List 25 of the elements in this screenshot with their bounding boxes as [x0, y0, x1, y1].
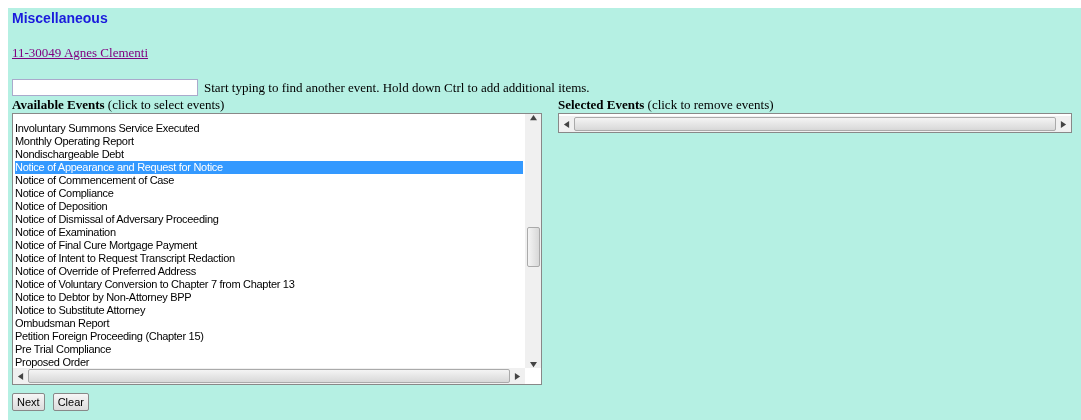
clear-button[interactable]: Clear	[52, 393, 89, 411]
event-option[interactable]: Notice of Compliance	[15, 187, 523, 200]
event-option[interactable]: Notice of Final Cure Mortgage Payment	[15, 239, 523, 252]
event-option[interactable]: Notice of Intent to Request Transcript Redaction	[15, 252, 523, 265]
case-link[interactable]: 11-30049 Agnes Clementi	[12, 45, 148, 61]
event-option[interactable]: Ombudsman Report	[15, 317, 523, 330]
next-button[interactable]: Next	[12, 393, 45, 411]
event-option[interactable]: Pre Trial Compliance	[15, 343, 523, 356]
event-option[interactable]: Monthly Operating Report	[15, 135, 523, 148]
event-option[interactable]: Notice of Voluntary Conversion to Chapter 7 from Chapter 13	[15, 278, 523, 291]
event-option[interactable]: Proposed Order	[15, 356, 523, 368]
page-title: Miscellaneous	[12, 10, 109, 26]
event-option[interactable]: Involuntary Summons Service Executed	[15, 122, 523, 135]
event-option[interactable]: Nondischargeable Debt	[15, 148, 523, 161]
event-option[interactable]: Notice of Override of Preferred Address	[15, 265, 523, 278]
event-option[interactable]: Notice to Debtor by Non-Attorney BPP	[15, 291, 523, 304]
event-option[interactable]: Notice of Examination	[15, 226, 523, 239]
event-option[interactable]: Notice of Deposition	[15, 200, 523, 213]
search-hint: Start typing to find another event. Hold down Ctrl to add additional items.	[204, 79, 590, 96]
event-option[interactable]: Petition Foreign Proceeding (Chapter 15)	[15, 330, 523, 343]
event-option[interactable]: Notice of Commencement of Case	[15, 174, 523, 187]
event-option[interactable]: Notice to Substitute Attorney	[15, 304, 523, 317]
available-events-heading: Available Events (click to select events)	[12, 97, 226, 113]
event-option[interactable]: Notice of Dismissal of Adversary Proceeding	[15, 213, 523, 226]
selected-events-heading: Selected Events (click to remove events)	[558, 97, 775, 113]
